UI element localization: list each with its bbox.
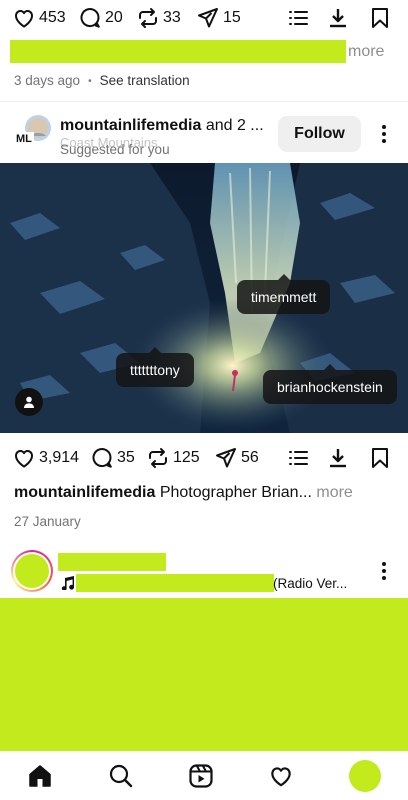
post2-comment-count: 35 [117, 449, 135, 466]
heart-icon[interactable] [268, 763, 294, 789]
comment-icon [92, 448, 112, 468]
post1-repost-count: 33 [163, 9, 181, 26]
user-tag-icon[interactable] [15, 388, 43, 416]
post-photo[interactable]: timemmett tttttttony brianhockenstein [0, 163, 408, 433]
post2-repost-count: 125 [173, 449, 200, 466]
post1-like-count: 453 [39, 9, 66, 26]
bookmark-icon[interactable] [368, 6, 392, 30]
post2-comment-button[interactable]: 35 [90, 446, 146, 470]
post2-more-link[interactable]: more [316, 484, 352, 501]
bookmark-icon[interactable] [368, 446, 392, 470]
post3-avatar[interactable] [11, 550, 53, 592]
post2-share-count: 56 [241, 449, 259, 466]
post3-username-redacted [58, 553, 166, 571]
post2-like-count: 3,914 [39, 449, 80, 466]
download-icon[interactable] [327, 7, 349, 29]
avatar-badge: ML [14, 132, 34, 146]
send-icon [216, 448, 236, 468]
send-icon [198, 8, 218, 28]
photo-tag[interactable]: tttttttony [116, 347, 194, 387]
more-vertical-icon[interactable] [374, 561, 394, 581]
reels-icon[interactable] [188, 763, 214, 789]
profile-avatar[interactable] [348, 760, 381, 792]
post2-user-line: mountainlifemedia and 2 ... [60, 117, 264, 135]
post3-media-redacted[interactable] [0, 598, 408, 751]
post2-actions-row: 3,914 35 125 56 [0, 444, 408, 472]
heart-icon [15, 10, 33, 28]
repost-icon [149, 448, 167, 468]
caption-text: Photographer Brian... [159, 484, 312, 501]
see-translation-link[interactable]: See translation [100, 73, 190, 90]
post1-actions-row: 453 20 33 15 [0, 4, 408, 32]
repost-icon [139, 8, 157, 28]
post1-repost-button[interactable]: 33 [136, 6, 194, 30]
caption-username[interactable]: mountainlifemedia [14, 484, 155, 501]
download-icon[interactable] [327, 447, 349, 469]
avatar[interactable]: ML [14, 114, 52, 148]
heart-icon [15, 450, 33, 468]
post1-more-link[interactable]: more [348, 43, 384, 61]
post1-caption-redacted [10, 40, 346, 63]
search-icon[interactable] [108, 763, 134, 789]
post1-comment-count: 20 [105, 9, 123, 26]
post2-caption: mountainlifemedia Photographer Brian... … [14, 484, 353, 502]
post1-share-button[interactable]: 15 [196, 6, 246, 30]
post1-meta: 3 days ago • See translation [14, 73, 190, 90]
post2-like-button[interactable]: 3,914 [12, 446, 86, 470]
post1-timestamp: 3 days ago [14, 73, 81, 88]
post2-repost-button[interactable]: 125 [146, 446, 210, 470]
post2-date: 27 January [14, 514, 81, 529]
post2-suggested: Suggested for you [60, 142, 170, 157]
list-icon[interactable] [287, 7, 309, 29]
post1-like-button[interactable]: 453 [12, 6, 72, 30]
post2-subtitle: Coast Mountains Suggested for you [60, 135, 270, 158]
post2-username[interactable]: mountainlifemedia [60, 117, 201, 134]
separator-dot: • [88, 76, 92, 87]
comment-icon [80, 8, 100, 28]
list-icon[interactable] [287, 447, 309, 469]
post2-share-button[interactable]: 56 [214, 446, 268, 470]
post3-audio-suffix[interactable]: (Radio Ver... [273, 576, 347, 591]
post1-comment-button[interactable]: 20 [78, 6, 132, 30]
post3-audio-redacted [76, 574, 274, 592]
photo-tag[interactable]: timemmett [237, 274, 331, 314]
home-icon[interactable] [27, 763, 53, 789]
follow-button[interactable]: Follow [278, 116, 361, 152]
post2-collab[interactable]: and 2 ... [206, 117, 264, 134]
divider [0, 101, 408, 102]
more-vertical-icon[interactable] [374, 124, 394, 144]
bottom-nav [0, 752, 408, 800]
music-note-icon [61, 576, 75, 595]
post1-share-count: 15 [223, 9, 241, 26]
photo-tag[interactable]: brianhockenstein [263, 364, 397, 404]
